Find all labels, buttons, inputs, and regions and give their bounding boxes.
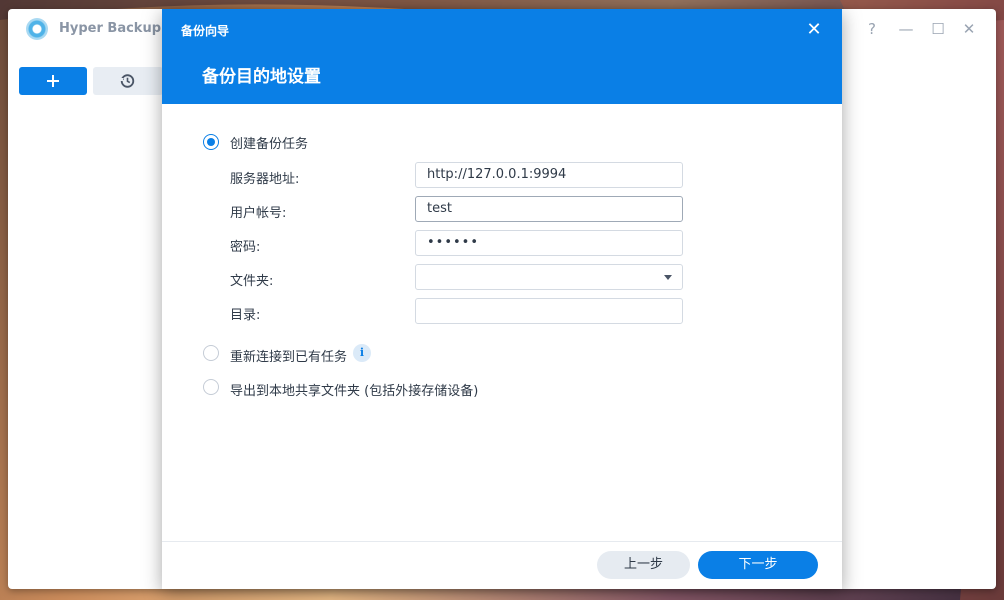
history-icon — [119, 74, 135, 88]
previous-step-button[interactable]: 上一步 — [597, 551, 690, 579]
radio-create-task-label: 创建备份任务 — [230, 137, 309, 152]
password-label: 密码: — [230, 240, 261, 255]
backup-history-button[interactable] — [93, 67, 163, 95]
user-account-field[interactable]: test — [415, 196, 683, 222]
user-account-label: 用户帐号: — [230, 206, 287, 221]
dialog-title: 备份目的地设置 — [202, 67, 321, 87]
dropdown-caret-icon — [664, 275, 672, 280]
radio-export-local[interactable] — [203, 379, 219, 395]
close-icon[interactable]: ✕ — [803, 19, 825, 41]
info-icon[interactable]: i — [353, 344, 371, 362]
radio-reconnect-task-label: 重新连接到已有任务 — [230, 350, 348, 365]
help-icon[interactable]: ? — [863, 20, 881, 38]
radio-export-local-label: 导出到本地共享文件夹 (包括外接存储设备) — [230, 384, 479, 399]
directory-label: 目录: — [230, 308, 261, 323]
close-icon[interactable]: ✕ — [960, 20, 978, 38]
server-address-label: 服务器地址: — [230, 172, 300, 187]
folder-label: 文件夹: — [230, 274, 274, 289]
dialog-footer-divider — [162, 541, 842, 542]
dialog-header: 备份向导 备份目的地设置 ✕ — [162, 9, 842, 104]
password-field[interactable]: •••••• — [415, 230, 683, 256]
directory-field[interactable] — [415, 298, 683, 324]
backup-wizard-dialog: 备份向导 备份目的地设置 ✕ 创建备份任务 服务器地址: http://127.… — [162, 9, 842, 589]
next-step-button[interactable]: 下一步 — [698, 551, 818, 579]
server-address-field[interactable]: http://127.0.0.1:9994 — [415, 162, 683, 188]
dialog-caption: 备份向导 — [181, 24, 230, 38]
hyper-backup-logo-icon — [26, 18, 48, 40]
folder-select[interactable] — [415, 264, 683, 290]
maximize-icon[interactable]: ☐ — [929, 20, 947, 38]
radio-reconnect-task[interactable] — [203, 345, 219, 361]
minimize-icon[interactable]: — — [897, 20, 915, 38]
app-title: Hyper Backup — [59, 21, 162, 36]
add-task-button[interactable] — [19, 67, 87, 95]
radio-create-task[interactable] — [203, 134, 219, 150]
